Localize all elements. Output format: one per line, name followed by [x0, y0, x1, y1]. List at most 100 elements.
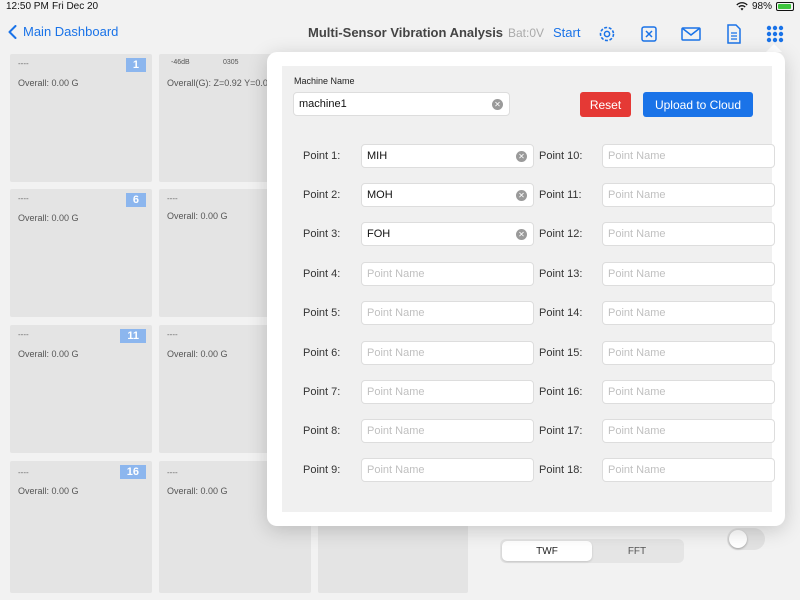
- mail-icon[interactable]: [680, 23, 702, 45]
- point-9-field[interactable]: [361, 458, 534, 482]
- point-3-label: Point 3:: [303, 228, 341, 240]
- point-2-field[interactable]: ✕: [361, 183, 534, 207]
- point-3-field[interactable]: ✕: [361, 222, 534, 246]
- point-4-field[interactable]: [361, 262, 534, 286]
- point-9-input[interactable]: [367, 459, 533, 481]
- point-1-label: Point 1:: [303, 150, 341, 162]
- tile-status: ----: [167, 194, 178, 203]
- tile-overall: Overall(G): Z=0.92 Y=0.0: [167, 78, 268, 88]
- point-2-input[interactable]: [367, 184, 533, 206]
- nav-bar: Main Dashboard Multi-Sensor Vibration An…: [0, 14, 800, 52]
- point-18-label: Point 18:: [539, 464, 583, 476]
- point-5-field[interactable]: [361, 301, 534, 325]
- tile-overall: Overall: 0.00 G: [167, 349, 228, 359]
- tile-number-badge: 6: [125, 193, 146, 207]
- sensor-tile-16[interactable]: ---- Overall: 0.00 G 16: [10, 461, 152, 593]
- point-15-input[interactable]: [608, 342, 774, 364]
- tile-number-badge: 16: [119, 465, 146, 479]
- tile-overall: Overall: 0.00 G: [167, 211, 228, 221]
- sensor-tile-6[interactable]: ---- Overall: 0.00 G 6: [10, 189, 152, 317]
- machine-name-label: Machine Name: [294, 76, 355, 86]
- battery-voltage: Bat:0V: [508, 26, 545, 40]
- point-16-field[interactable]: [602, 380, 775, 404]
- status-bar: 12:50 PM Fri Dec 20 98%: [0, 0, 800, 14]
- tile-status: ----: [18, 330, 29, 339]
- tile-status: ----: [18, 194, 29, 203]
- point-16-label: Point 16:: [539, 386, 583, 398]
- segment-twf[interactable]: TWF: [502, 541, 592, 561]
- point-8-field[interactable]: [361, 419, 534, 443]
- tile-status: ----: [18, 59, 29, 68]
- reset-button[interactable]: Reset: [580, 92, 631, 117]
- popover-arrow: [766, 44, 782, 52]
- machine-name-input[interactable]: [299, 93, 509, 115]
- point-16-input[interactable]: [608, 381, 774, 403]
- point-18-input[interactable]: [608, 459, 774, 481]
- start-button[interactable]: Start: [553, 25, 580, 40]
- point-10-input[interactable]: [608, 145, 774, 167]
- point-7-field[interactable]: [361, 380, 534, 404]
- point-17-label: Point 17:: [539, 425, 583, 437]
- point-3-input[interactable]: [367, 223, 533, 245]
- point-9-label: Point 9:: [303, 464, 341, 476]
- tile-overall: Overall: 0.00 G: [18, 78, 79, 88]
- point-10-field[interactable]: [602, 144, 775, 168]
- point-14-field[interactable]: [602, 301, 775, 325]
- tile-code: 0305: [223, 59, 239, 66]
- point-17-input[interactable]: [608, 420, 774, 442]
- point-6-input[interactable]: [367, 342, 533, 364]
- close-box-icon[interactable]: [638, 23, 660, 45]
- clear-icon[interactable]: ✕: [492, 99, 503, 110]
- tile-overall: Overall: 0.00 G: [18, 486, 79, 496]
- toggle-switch[interactable]: [727, 528, 765, 550]
- point-7-input[interactable]: [367, 381, 533, 403]
- sensor-tile-1[interactable]: ---- Overall: 0.00 G 1: [10, 54, 152, 182]
- upload-to-cloud-button[interactable]: Upload to Cloud: [643, 92, 753, 117]
- point-12-label: Point 12:: [539, 228, 583, 240]
- tile-number-badge: 11: [120, 329, 146, 343]
- point-11-input[interactable]: [608, 184, 774, 206]
- tile-db: -46dB: [171, 59, 190, 66]
- tile-status: ----: [167, 330, 178, 339]
- clear-icon[interactable]: ✕: [516, 229, 527, 240]
- point-4-input[interactable]: [367, 263, 533, 285]
- point-14-input[interactable]: [608, 302, 774, 324]
- segment-fft[interactable]: FFT: [592, 541, 682, 561]
- page-title: Multi-Sensor Vibration Analysis: [308, 25, 504, 40]
- point-12-input[interactable]: [608, 223, 774, 245]
- point-14-label: Point 14:: [539, 307, 583, 319]
- chevron-left-icon: [8, 24, 17, 39]
- point-18-field[interactable]: [602, 458, 775, 482]
- status-right: 98%: [736, 1, 794, 12]
- point-17-field[interactable]: [602, 419, 775, 443]
- wifi-icon: [736, 2, 748, 11]
- sensor-tile-11[interactable]: ---- Overall: 0.00 G 11: [10, 325, 152, 453]
- point-6-field[interactable]: [361, 341, 534, 365]
- back-label: Main Dashboard: [23, 24, 119, 39]
- point-12-field[interactable]: [602, 222, 775, 246]
- gear-icon[interactable]: [596, 23, 618, 45]
- point-11-field[interactable]: [602, 183, 775, 207]
- status-time: 12:50 PM: [6, 1, 49, 12]
- tile-status: ----: [167, 468, 178, 477]
- point-15-label: Point 15:: [539, 347, 583, 359]
- point-4-label: Point 4:: [303, 268, 341, 280]
- point-8-input[interactable]: [367, 420, 533, 442]
- grid-icon[interactable]: [764, 23, 786, 45]
- popover-content: Machine Name ✕ Reset Upload to Cloud Poi…: [282, 66, 775, 512]
- machine-name-field[interactable]: ✕: [293, 92, 510, 116]
- point-15-field[interactable]: [602, 341, 775, 365]
- point-13-label: Point 13:: [539, 268, 583, 280]
- document-icon[interactable]: [723, 23, 745, 45]
- toggle-knob: [729, 530, 747, 548]
- point-5-input[interactable]: [367, 302, 533, 324]
- view-mode-segment: TWF FFT: [500, 539, 684, 563]
- point-10-label: Point 10:: [539, 150, 583, 162]
- point-13-field[interactable]: [602, 262, 775, 286]
- point-1-field[interactable]: ✕: [361, 144, 534, 168]
- point-13-input[interactable]: [608, 263, 774, 285]
- clear-icon[interactable]: ✕: [516, 190, 527, 201]
- point-1-input[interactable]: [367, 145, 533, 167]
- clear-icon[interactable]: ✕: [516, 151, 527, 162]
- back-button[interactable]: Main Dashboard: [8, 24, 118, 39]
